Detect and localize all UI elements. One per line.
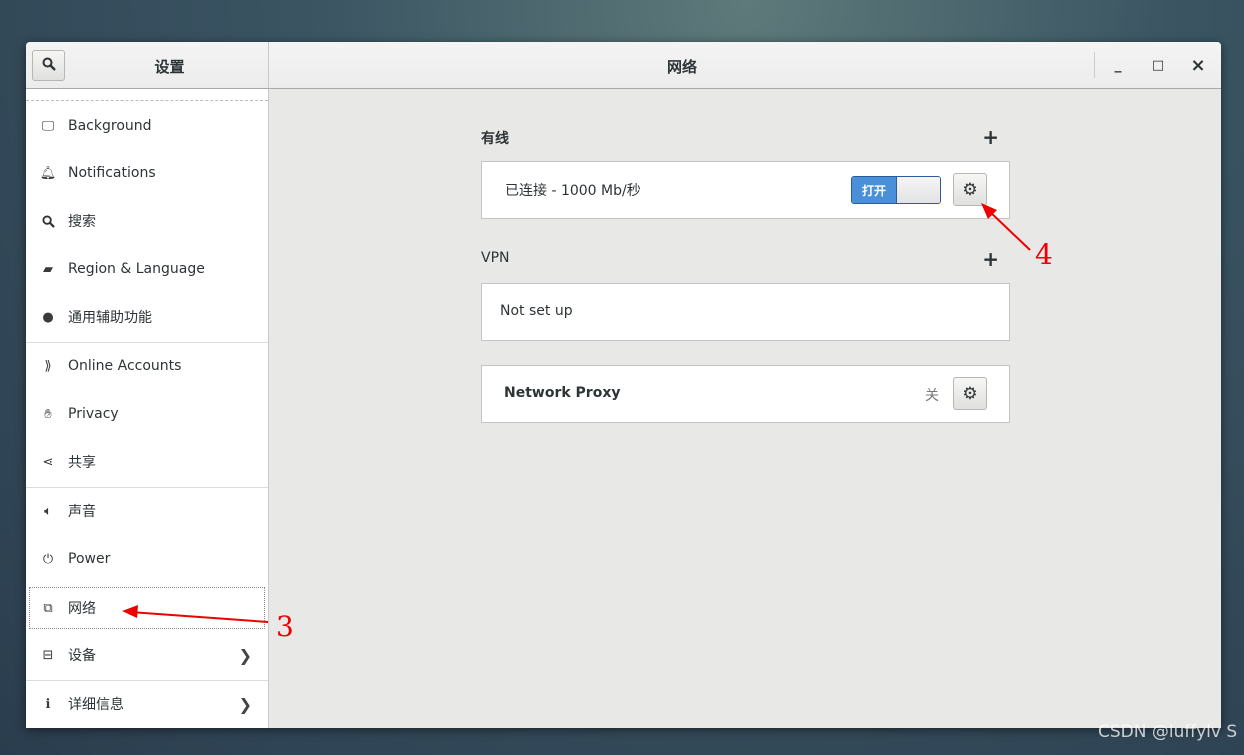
- annotation-4: 4: [1035, 238, 1053, 271]
- watermark: CSDN @luffylv S: [1098, 722, 1238, 742]
- annotation-3: 3: [276, 610, 294, 643]
- annotation-arrows: [122, 203, 1031, 623]
